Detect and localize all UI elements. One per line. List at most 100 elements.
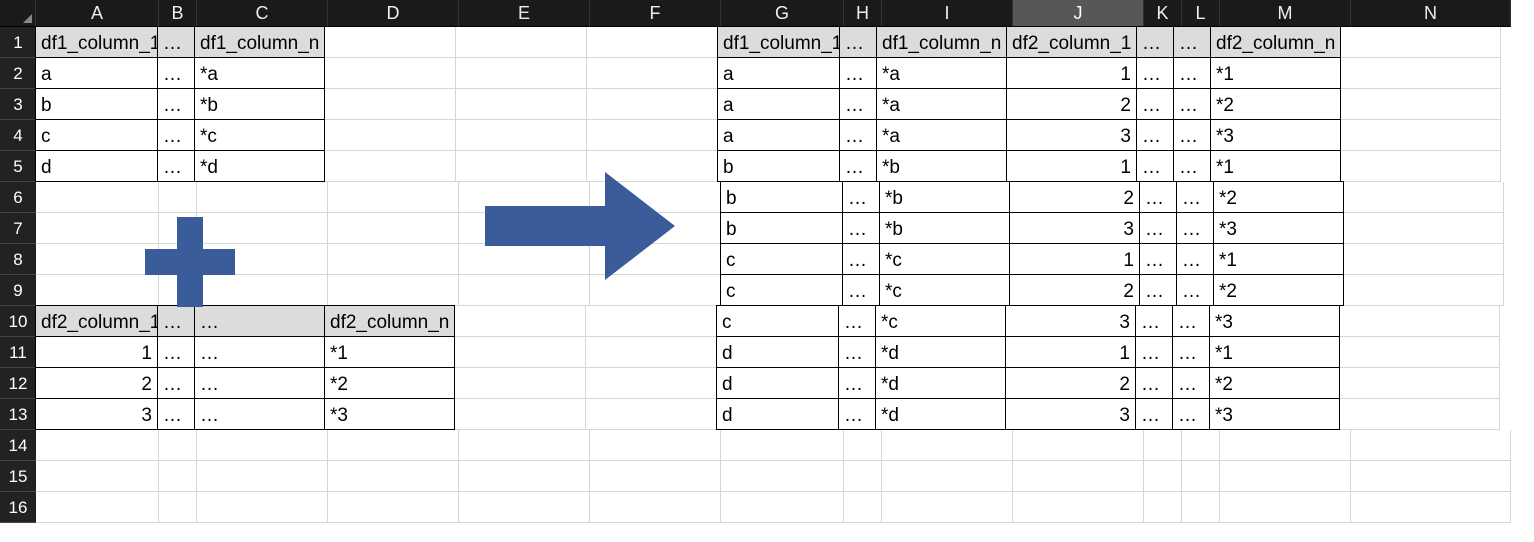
cell-E7[interactable]: [459, 213, 590, 244]
cell-H2[interactable]: …: [839, 57, 877, 89]
cell-A8[interactable]: [36, 244, 159, 275]
cell-M11[interactable]: *1: [1209, 336, 1340, 368]
cell-F9[interactable]: [590, 275, 721, 306]
cell-B16[interactable]: [159, 492, 197, 523]
column-header-F[interactable]: F: [590, 0, 721, 27]
cell-E14[interactable]: [459, 430, 590, 461]
cell-G4[interactable]: a: [717, 119, 840, 151]
cell-E5[interactable]: [456, 151, 587, 182]
column-header-C[interactable]: C: [197, 0, 328, 27]
row-header-1[interactable]: 1: [0, 27, 36, 58]
cell-I14[interactable]: [882, 430, 1013, 461]
cell-C1[interactable]: df1_column_n: [194, 26, 325, 58]
cell-F7[interactable]: [590, 213, 721, 244]
cell-K5[interactable]: …: [1136, 150, 1174, 182]
cell-A11[interactable]: 1: [35, 336, 158, 368]
cell-E4[interactable]: [456, 120, 587, 151]
column-header-A[interactable]: A: [36, 0, 159, 27]
column-header-I[interactable]: I: [882, 0, 1013, 27]
cell-J13[interactable]: 3: [1005, 398, 1136, 430]
column-header-L[interactable]: L: [1182, 0, 1220, 27]
cell-B15[interactable]: [159, 461, 197, 492]
cell-N8[interactable]: [1344, 244, 1504, 275]
row-header-16[interactable]: 16: [0, 492, 36, 523]
cell-F11[interactable]: [586, 337, 717, 368]
cell-I15[interactable]: [882, 461, 1013, 492]
cell-A7[interactable]: [36, 213, 159, 244]
cell-N12[interactable]: [1340, 368, 1500, 399]
cell-A6[interactable]: [36, 182, 159, 213]
cell-G10[interactable]: c: [716, 305, 839, 337]
cell-H15[interactable]: [844, 461, 882, 492]
cell-N16[interactable]: [1351, 492, 1511, 523]
cell-F12[interactable]: [586, 368, 717, 399]
cell-J9[interactable]: 2: [1009, 274, 1140, 306]
cell-L10[interactable]: …: [1172, 305, 1210, 337]
cell-H10[interactable]: …: [838, 305, 876, 337]
cell-F10[interactable]: [586, 306, 717, 337]
cell-M13[interactable]: *3: [1209, 398, 1340, 430]
cell-F13[interactable]: [586, 399, 717, 430]
row-header-11[interactable]: 11: [0, 337, 36, 368]
cell-I7[interactable]: *b: [879, 212, 1010, 244]
cell-E8[interactable]: [459, 244, 590, 275]
cell-L13[interactable]: …: [1172, 398, 1210, 430]
cell-J14[interactable]: [1013, 430, 1144, 461]
cell-C4[interactable]: *c: [194, 119, 325, 151]
cell-L12[interactable]: …: [1172, 367, 1210, 399]
cell-N1[interactable]: [1341, 27, 1501, 58]
cell-H7[interactable]: …: [842, 212, 880, 244]
cell-J5[interactable]: 1: [1006, 150, 1137, 182]
row-header-15[interactable]: 15: [0, 461, 36, 492]
cell-K2[interactable]: …: [1136, 57, 1174, 89]
cell-B14[interactable]: [159, 430, 197, 461]
cell-H4[interactable]: …: [839, 119, 877, 151]
cell-G14[interactable]: [721, 430, 844, 461]
cell-B3[interactable]: …: [157, 88, 195, 120]
cell-C9[interactable]: [197, 275, 328, 306]
select-all-button[interactable]: [0, 0, 36, 27]
cell-D10[interactable]: df2_column_n: [324, 305, 455, 337]
cell-D15[interactable]: [328, 461, 459, 492]
cell-E9[interactable]: [459, 275, 590, 306]
cell-G15[interactable]: [721, 461, 844, 492]
cell-G11[interactable]: d: [716, 336, 839, 368]
cell-D6[interactable]: [328, 182, 459, 213]
cell-N14[interactable]: [1351, 430, 1511, 461]
cell-C2[interactable]: *a: [194, 57, 325, 89]
cell-K11[interactable]: …: [1135, 336, 1173, 368]
cell-E15[interactable]: [459, 461, 590, 492]
cell-F2[interactable]: [587, 58, 718, 89]
cell-L7[interactable]: …: [1176, 212, 1214, 244]
cell-L16[interactable]: [1182, 492, 1220, 523]
row-header-14[interactable]: 14: [0, 430, 36, 461]
cell-B6[interactable]: [159, 182, 197, 213]
cell-E10[interactable]: [455, 306, 586, 337]
cell-G8[interactable]: c: [720, 243, 843, 275]
cell-I10[interactable]: *c: [875, 305, 1006, 337]
cell-A5[interactable]: d: [35, 150, 158, 182]
cell-D12[interactable]: *2: [324, 367, 455, 399]
cell-N6[interactable]: [1344, 182, 1504, 213]
cell-J12[interactable]: 2: [1005, 367, 1136, 399]
cell-B11[interactable]: …: [157, 336, 195, 368]
cell-L15[interactable]: [1182, 461, 1220, 492]
cell-E16[interactable]: [459, 492, 590, 523]
cell-D1[interactable]: [325, 27, 456, 58]
cell-G3[interactable]: a: [717, 88, 840, 120]
cell-I4[interactable]: *a: [876, 119, 1007, 151]
row-header-6[interactable]: 6: [0, 182, 36, 213]
cell-L2[interactable]: …: [1173, 57, 1211, 89]
cell-K3[interactable]: …: [1136, 88, 1174, 120]
cell-F8[interactable]: [590, 244, 721, 275]
row-header-8[interactable]: 8: [0, 244, 36, 275]
cell-E12[interactable]: [455, 368, 586, 399]
cell-I6[interactable]: *b: [879, 181, 1010, 213]
cell-C16[interactable]: [197, 492, 328, 523]
cell-C11[interactable]: …: [194, 336, 325, 368]
cell-D14[interactable]: [328, 430, 459, 461]
cell-M9[interactable]: *2: [1213, 274, 1344, 306]
cell-A3[interactable]: b: [35, 88, 158, 120]
row-header-7[interactable]: 7: [0, 213, 36, 244]
cell-H6[interactable]: …: [842, 181, 880, 213]
